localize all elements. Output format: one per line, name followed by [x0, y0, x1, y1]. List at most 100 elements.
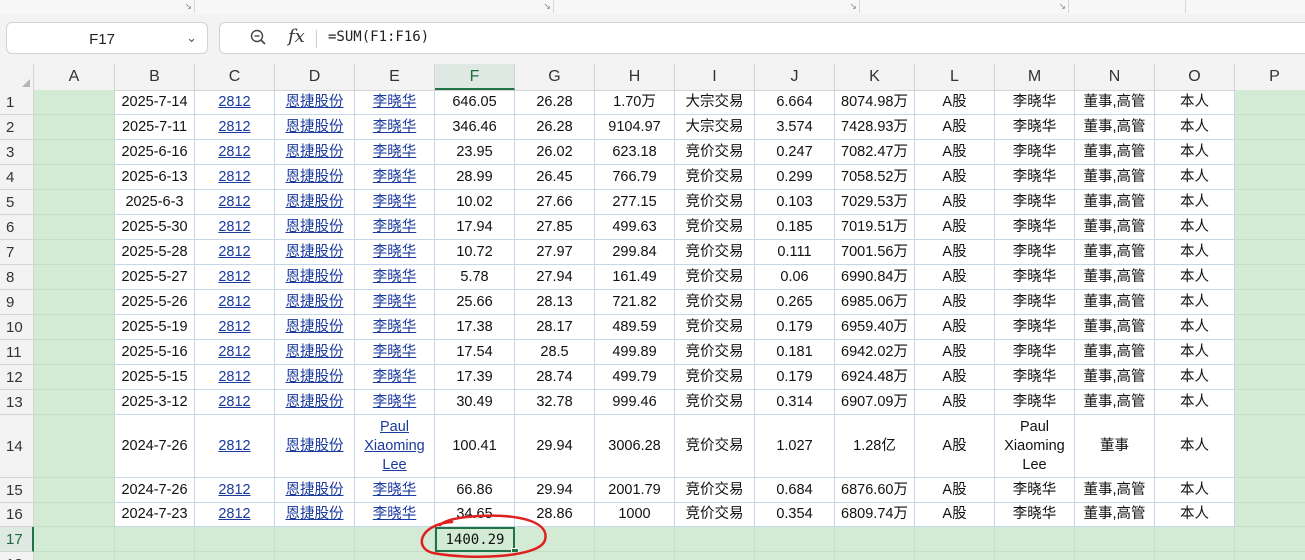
- cell-o[interactable]: 本人: [1155, 90, 1235, 115]
- cell-p[interactable]: [1235, 165, 1305, 190]
- cell-a[interactable]: [34, 365, 115, 390]
- cell-h[interactable]: 721.82: [595, 290, 675, 315]
- column-header-n[interactable]: N: [1075, 64, 1155, 90]
- cell-e[interactable]: 李晓华: [355, 215, 435, 240]
- cell-link[interactable]: 李晓华: [373, 481, 417, 500]
- cell-k[interactable]: 6942.02万: [835, 340, 915, 365]
- cell-r17[interactable]: [115, 527, 195, 552]
- cell-k[interactable]: 6876.60万: [835, 478, 915, 503]
- cell-m[interactable]: 李晓华: [995, 365, 1075, 390]
- column-header-b[interactable]: B: [115, 64, 195, 90]
- cell-b[interactable]: 2025-5-16: [115, 340, 195, 365]
- cell-p[interactable]: [1235, 415, 1305, 478]
- cell-p[interactable]: [1235, 365, 1305, 390]
- cell-a[interactable]: [34, 90, 115, 115]
- cell-f[interactable]: 34.65: [435, 503, 515, 527]
- cell-p[interactable]: [1235, 478, 1305, 503]
- cell-n[interactable]: 董事,高管: [1075, 190, 1155, 215]
- cell-b[interactable]: 2025-5-30: [115, 215, 195, 240]
- cell-f[interactable]: 346.46: [435, 115, 515, 140]
- cell-r18[interactable]: [835, 552, 915, 560]
- cell-k[interactable]: 6990.84万: [835, 265, 915, 290]
- cell-link[interactable]: 李晓华: [373, 343, 417, 362]
- cell-e[interactable]: 李晓华: [355, 190, 435, 215]
- cell-m[interactable]: 李晓华: [995, 165, 1075, 190]
- cell-m[interactable]: 李晓华: [995, 478, 1075, 503]
- cell-n[interactable]: 董事,高管: [1075, 215, 1155, 240]
- cell-m[interactable]: 李晓华: [995, 115, 1075, 140]
- cell-a[interactable]: [34, 265, 115, 290]
- cell-b[interactable]: 2025-5-28: [115, 240, 195, 265]
- cell-r18[interactable]: [195, 552, 275, 560]
- cell-b[interactable]: 2025-6-3: [115, 190, 195, 215]
- cell-f[interactable]: 100.41: [435, 415, 515, 478]
- cell-p[interactable]: [1235, 390, 1305, 415]
- cell-b[interactable]: 2025-3-12: [115, 390, 195, 415]
- cell-r17[interactable]: [995, 527, 1075, 552]
- cell-d[interactable]: 恩捷股份: [275, 478, 355, 503]
- cell-j[interactable]: 1.027: [755, 415, 835, 478]
- cell-i[interactable]: 竞价交易: [675, 503, 755, 527]
- cell-l[interactable]: A股: [915, 165, 995, 190]
- cell-n[interactable]: 董事,高管: [1075, 390, 1155, 415]
- select-all-corner[interactable]: [0, 64, 34, 90]
- cell-a[interactable]: [34, 478, 115, 503]
- cell-o[interactable]: 本人: [1155, 265, 1235, 290]
- cell-link[interactable]: Paul Xiaoming Lee: [355, 418, 434, 475]
- cell-m[interactable]: 李晓华: [995, 340, 1075, 365]
- cell-link[interactable]: 2812: [218, 93, 250, 112]
- cell-b[interactable]: 2024-7-26: [115, 415, 195, 478]
- cell-p[interactable]: [1235, 315, 1305, 340]
- cell-l[interactable]: A股: [915, 140, 995, 165]
- cell-link[interactable]: 李晓华: [373, 218, 417, 237]
- cell-d[interactable]: 恩捷股份: [275, 265, 355, 290]
- cell-k[interactable]: 6985.06万: [835, 290, 915, 315]
- dialog-launcher-icon[interactable]: ↘: [1058, 1, 1066, 11]
- cell-g[interactable]: 27.97: [515, 240, 595, 265]
- cell-r18[interactable]: [755, 552, 835, 560]
- cell-r18[interactable]: [115, 552, 195, 560]
- cell-r18[interactable]: [515, 552, 595, 560]
- cell-o[interactable]: 本人: [1155, 503, 1235, 527]
- cell-a[interactable]: [34, 290, 115, 315]
- cell-o[interactable]: 本人: [1155, 190, 1235, 215]
- cell-f[interactable]: 25.66: [435, 290, 515, 315]
- cell-k[interactable]: 7428.93万: [835, 115, 915, 140]
- cell-link[interactable]: 李晓华: [373, 505, 417, 524]
- cell-link[interactable]: 恩捷股份: [286, 93, 344, 112]
- cell-a[interactable]: [34, 340, 115, 365]
- cell-m[interactable]: 李晓华: [995, 390, 1075, 415]
- cell-p[interactable]: [1235, 190, 1305, 215]
- cell-link[interactable]: 李晓华: [373, 318, 417, 337]
- cell-link[interactable]: 李晓华: [373, 393, 417, 412]
- dialog-launcher-icon[interactable]: ↘: [184, 1, 192, 11]
- cell-i[interactable]: 竞价交易: [675, 140, 755, 165]
- cell-e[interactable]: 李晓华: [355, 115, 435, 140]
- cell-r18[interactable]: [1155, 552, 1235, 560]
- cell-r17[interactable]: [34, 527, 115, 552]
- cell-l[interactable]: A股: [915, 365, 995, 390]
- row-header[interactable]: 6: [0, 215, 34, 240]
- cell-l[interactable]: A股: [915, 390, 995, 415]
- cell-f[interactable]: 30.49: [435, 390, 515, 415]
- cell-e[interactable]: 李晓华: [355, 478, 435, 503]
- cell-h[interactable]: 2001.79: [595, 478, 675, 503]
- cell-l[interactable]: A股: [915, 340, 995, 365]
- fx-icon[interactable]: fx: [288, 26, 305, 47]
- cell-link[interactable]: 恩捷股份: [286, 393, 344, 412]
- column-header-o[interactable]: O: [1155, 64, 1235, 90]
- cell-f[interactable]: 646.05: [435, 90, 515, 115]
- cell-c[interactable]: 2812: [195, 265, 275, 290]
- cell-f[interactable]: 17.39: [435, 365, 515, 390]
- cell-n[interactable]: 董事,高管: [1075, 115, 1155, 140]
- chevron-down-icon[interactable]: ⌄: [186, 30, 197, 46]
- cell-link[interactable]: 李晓华: [373, 368, 417, 387]
- cell-o[interactable]: 本人: [1155, 165, 1235, 190]
- cell-e[interactable]: 李晓华: [355, 503, 435, 527]
- cell-e[interactable]: Paul Xiaoming Lee: [355, 415, 435, 478]
- cell-h[interactable]: 499.79: [595, 365, 675, 390]
- cell-h[interactable]: 999.46: [595, 390, 675, 415]
- cell-i[interactable]: 竞价交易: [675, 390, 755, 415]
- row-header[interactable]: 2: [0, 115, 34, 140]
- cell-n[interactable]: 董事,高管: [1075, 478, 1155, 503]
